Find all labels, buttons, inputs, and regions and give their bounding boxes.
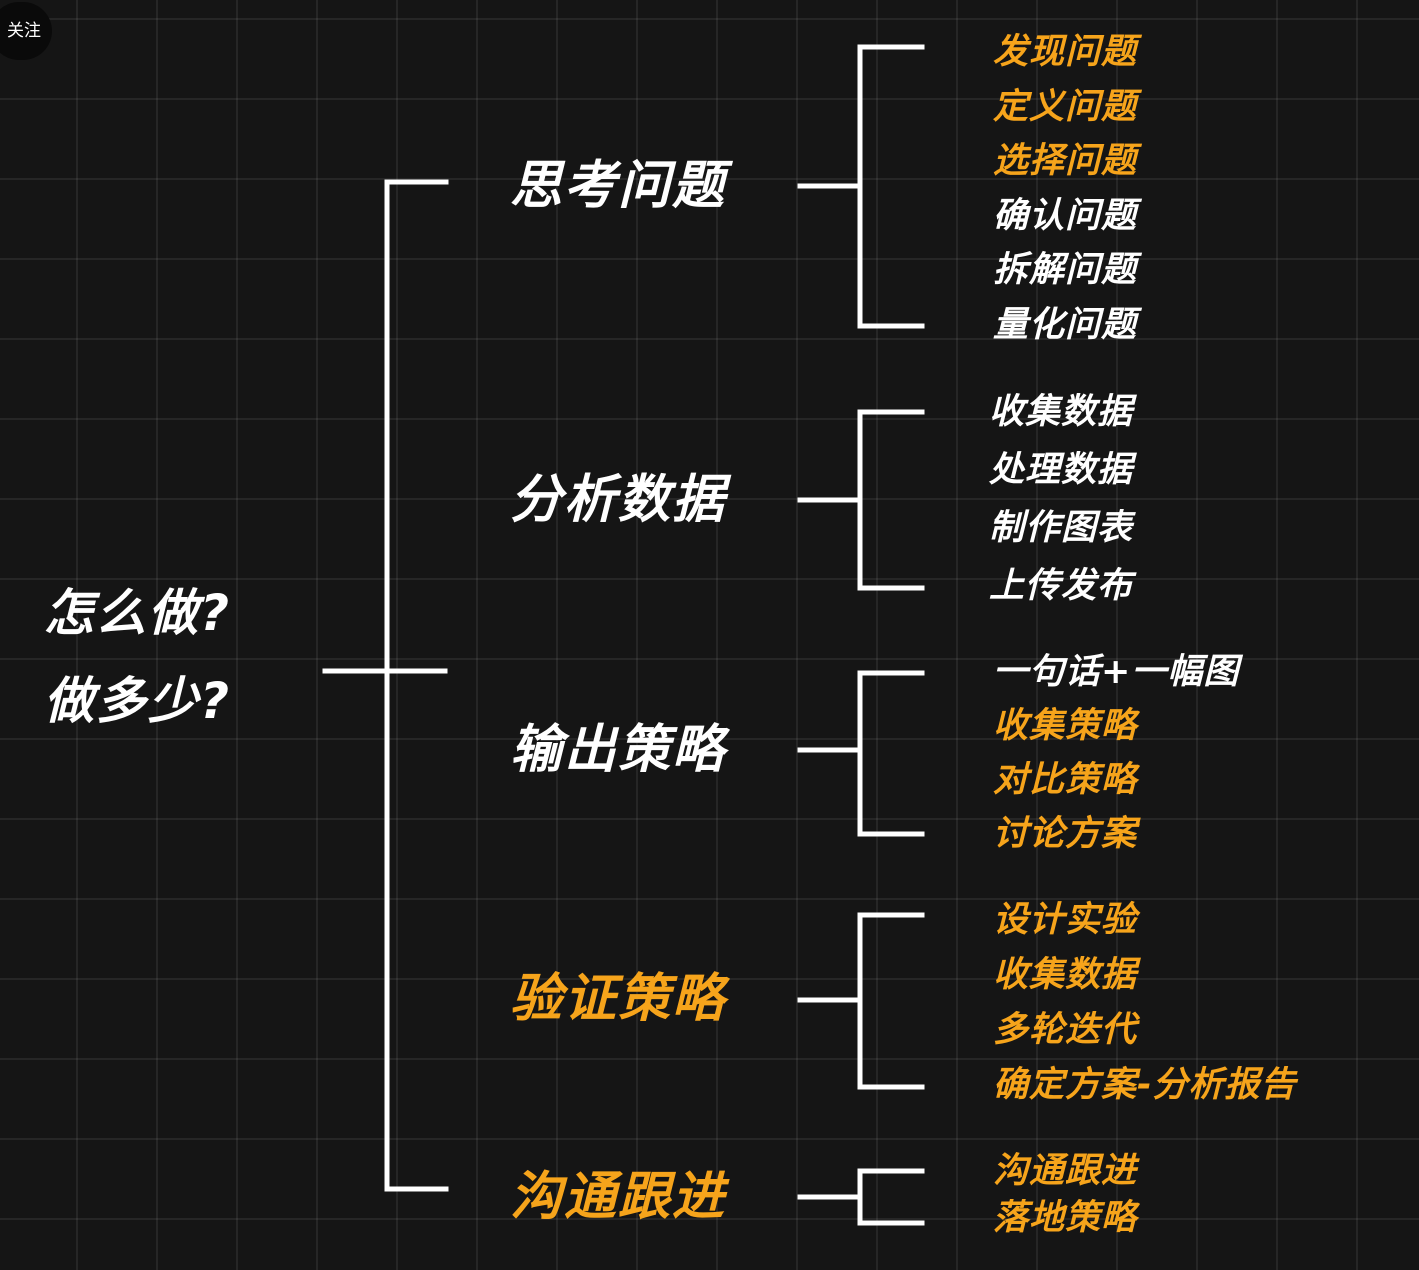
leaf-item: 一句话+一幅图 (993, 652, 1240, 692)
leaf-item: 沟通跟进 (993, 1151, 1138, 1191)
leaf-item: 拆解问题 (993, 250, 1138, 290)
leaf-item: 多轮迭代 (993, 1010, 1138, 1050)
leaf-item: 制作图表 (989, 508, 1134, 548)
leaf-item: 上传发布 (989, 566, 1134, 606)
root-question-how: 怎么做? (44, 584, 232, 642)
leaf-item: 落地策略 (993, 1198, 1138, 1238)
leaf-item: 量化问题 (993, 305, 1138, 345)
branch-analyze-data: 分析数据 (510, 470, 727, 530)
leaf-item: 设计实验 (993, 900, 1138, 940)
branch-validate-strategy: 验证策略 (510, 969, 727, 1029)
root-question-how-much: 做多少? (44, 672, 232, 730)
leaf-item: 选择问题 (993, 141, 1138, 181)
leaf-item: 收集策略 (993, 706, 1138, 746)
branch-communicate-follow: 沟通跟进 (510, 1167, 727, 1227)
leaf-item: 确认问题 (993, 196, 1138, 236)
branch-output-strategy: 输出策略 (510, 720, 727, 780)
leaf-item: 确定方案-分析报告 (993, 1065, 1297, 1105)
leaf-item: 处理数据 (989, 450, 1134, 490)
leaf-item: 收集数据 (989, 392, 1134, 432)
leaf-item: 收集数据 (993, 955, 1138, 995)
branch-think-problem: 思考问题 (510, 156, 727, 216)
leaf-item: 发现问题 (993, 32, 1138, 72)
leaf-item: 对比策略 (993, 760, 1138, 800)
leaf-item: 定义问题 (993, 87, 1138, 127)
leaf-item: 讨论方案 (993, 814, 1138, 854)
